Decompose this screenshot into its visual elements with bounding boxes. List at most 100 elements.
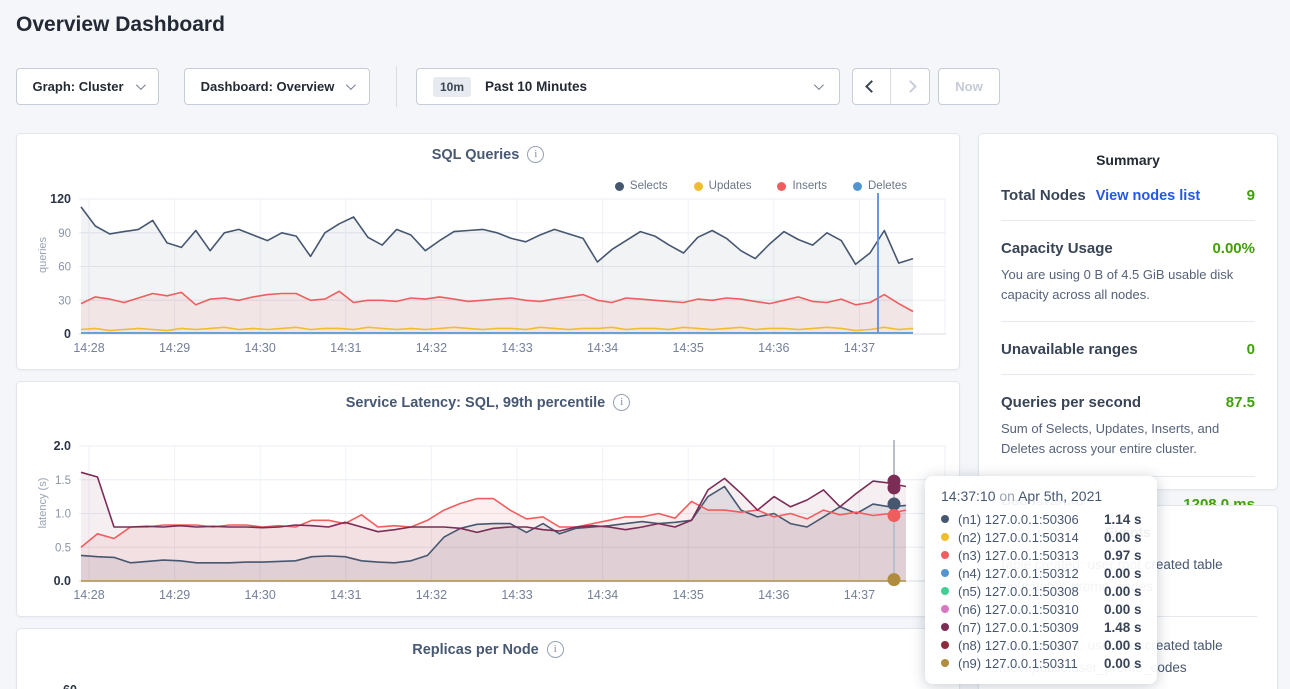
x-tick-label: 14:33 <box>501 588 532 602</box>
legend-dot-icon <box>777 182 786 191</box>
view-nodes-list-link[interactable]: View nodes list <box>1096 188 1201 204</box>
node-color-dot-icon <box>941 659 949 667</box>
node-address: (n6) 127.0.0.1:50310 <box>958 602 1104 617</box>
x-tick-label: 14:34 <box>587 341 618 355</box>
tooltip-timestamp: 14:37:10 on Apr 5th, 2021 <box>941 488 1143 504</box>
node-latency-value: 0.00 s <box>1104 638 1142 653</box>
now-button-label: Now <box>955 79 982 94</box>
node-color-dot-icon <box>941 569 949 577</box>
y-tick-label: 1.5 <box>55 475 71 487</box>
total-nodes-value: 9 <box>1247 187 1255 204</box>
unavailable-ranges-label: Unavailable ranges <box>1001 341 1138 358</box>
node-address: (n8) 127.0.0.1:50307 <box>958 638 1104 653</box>
node-latency-value: 0.00 s <box>1104 602 1142 617</box>
x-tick-label: 14:32 <box>416 341 447 355</box>
y-tick-label: 0.5 <box>55 542 71 554</box>
y-tick-label: 120 <box>50 192 71 206</box>
x-tick-label: 14:32 <box>416 588 447 602</box>
x-tick-label: 14:36 <box>758 588 789 602</box>
tooltip-node-row: (n9) 127.0.0.1:503110.00 s <box>941 654 1143 672</box>
x-tick-label: 14:37 <box>844 341 875 355</box>
x-tick-label: 14:29 <box>159 341 190 355</box>
node-color-dot-icon <box>941 533 949 541</box>
capacity-usage-description: You are using 0 B of 4.5 GiB usable disk… <box>1001 265 1255 305</box>
graph-dropdown-label: Graph: Cluster <box>32 79 123 94</box>
page-title: Overview Dashboard <box>16 13 225 37</box>
node-address: (n1) 127.0.0.1:50306 <box>958 512 1104 527</box>
info-icon[interactable] <box>547 641 564 658</box>
time-range-selector[interactable]: 10m Past 10 Minutes <box>416 68 840 105</box>
chevron-right-icon <box>904 80 917 93</box>
x-tick-label: 14:37 <box>844 588 875 602</box>
x-tick-label: 14:30 <box>245 341 276 355</box>
tooltip-node-row: (n2) 127.0.0.1:503140.00 s <box>941 528 1143 546</box>
unavailable-ranges-value: 0 <box>1247 341 1255 358</box>
divider <box>1001 321 1255 322</box>
node-address: (n9) 127.0.0.1:50311 <box>958 656 1104 671</box>
time-nav-group <box>852 68 930 105</box>
summary-title: Summary <box>979 134 1277 168</box>
x-tick-label: 14:33 <box>501 341 532 355</box>
node-latency-value: 1.48 s <box>1104 620 1142 635</box>
replicas-per-node-card: Replicas per Node 60 <box>16 628 960 689</box>
tooltip-node-row: (n4) 127.0.0.1:503120.00 s <box>941 564 1143 582</box>
chart-title: Service Latency: SQL, 99th percentile <box>346 395 606 411</box>
tooltip-node-row: (n5) 127.0.0.1:503080.00 s <box>941 582 1143 600</box>
capacity-usage-value: 0.00% <box>1212 240 1255 257</box>
node-latency-value: 0.00 s <box>1104 530 1142 545</box>
x-tick-label: 14:31 <box>330 341 361 355</box>
next-time-button[interactable] <box>891 69 929 104</box>
node-address: (n7) 127.0.0.1:50309 <box>958 620 1104 635</box>
y-tick-label: 2.0 <box>54 439 71 453</box>
tooltip-node-row: (n7) 127.0.0.1:503091.48 s <box>941 618 1143 636</box>
chevron-left-icon <box>865 80 878 93</box>
time-range-badge: 10m <box>433 77 471 97</box>
x-tick-label: 14:31 <box>330 588 361 602</box>
dashboard-dropdown-label: Dashboard: Overview <box>201 79 335 94</box>
node-address: (n5) 127.0.0.1:50308 <box>958 584 1104 599</box>
sql-queries-chart-canvas[interactable]: 030609012014:2814:2914:3014:3114:3214:33… <box>17 191 959 361</box>
node-latency-value: 1.14 s <box>1104 512 1142 527</box>
latency-chart-canvas[interactable]: 0.00.51.01.52.014:2814:2914:3014:3114:32… <box>17 438 959 608</box>
node-address: (n2) 127.0.0.1:50314 <box>958 530 1104 545</box>
info-icon[interactable] <box>613 394 630 411</box>
dashboard-dropdown[interactable]: Dashboard: Overview <box>184 68 370 105</box>
tooltip-node-row: (n6) 127.0.0.1:503100.00 s <box>941 600 1143 618</box>
prev-time-button[interactable] <box>853 69 891 104</box>
queries-per-second-label: Queries per second <box>1001 394 1141 411</box>
now-button[interactable]: Now <box>938 68 1000 105</box>
tooltip-node-row: (n8) 127.0.0.1:503070.00 s <box>941 636 1143 654</box>
y-tick-label: 1.0 <box>55 509 71 521</box>
node-color-dot-icon <box>941 605 949 613</box>
chart-title: SQL Queries <box>432 147 520 163</box>
queries-per-second-value: 87.5 <box>1226 394 1255 411</box>
node-color-dot-icon <box>941 587 949 595</box>
toolbar-divider <box>396 66 397 107</box>
node-latency-value: 0.00 s <box>1104 584 1142 599</box>
x-tick-label: 14:35 <box>673 588 704 602</box>
x-tick-label: 14:28 <box>73 588 104 602</box>
legend-dot-icon <box>694 182 703 191</box>
chevron-down-icon <box>814 80 824 90</box>
time-range-label: Past 10 Minutes <box>485 79 587 94</box>
node-latency-value: 0.00 s <box>1104 656 1142 671</box>
graph-dropdown[interactable]: Graph: Cluster <box>16 68 159 105</box>
node-address: (n3) 127.0.0.1:50313 <box>958 548 1104 563</box>
y-tick-label: 60 <box>63 683 77 689</box>
tooltip-node-row: (n1) 127.0.0.1:503061.14 s <box>941 510 1143 528</box>
service-latency-card: Service Latency: SQL, 99th percentile la… <box>16 381 960 617</box>
chart-title: Replicas per Node <box>412 642 539 658</box>
node-color-dot-icon <box>941 515 949 523</box>
hover-dot <box>888 481 901 494</box>
chevron-down-icon <box>346 80 356 90</box>
info-icon[interactable] <box>527 146 544 163</box>
y-tick-label: 0.0 <box>54 574 71 588</box>
node-color-dot-icon <box>941 623 949 631</box>
summary-panel: Summary Total Nodes View nodes list 9 Ca… <box>978 133 1278 490</box>
queries-per-second-description: Sum of Selects, Updates, Inserts, and De… <box>1001 419 1255 459</box>
y-tick-label: 0 <box>64 327 71 341</box>
hover-dot <box>888 573 901 586</box>
hover-tooltip: 14:37:10 on Apr 5th, 2021 (n1) 127.0.0.1… <box>925 476 1157 684</box>
divider <box>1001 220 1255 221</box>
hover-dot <box>888 498 901 511</box>
